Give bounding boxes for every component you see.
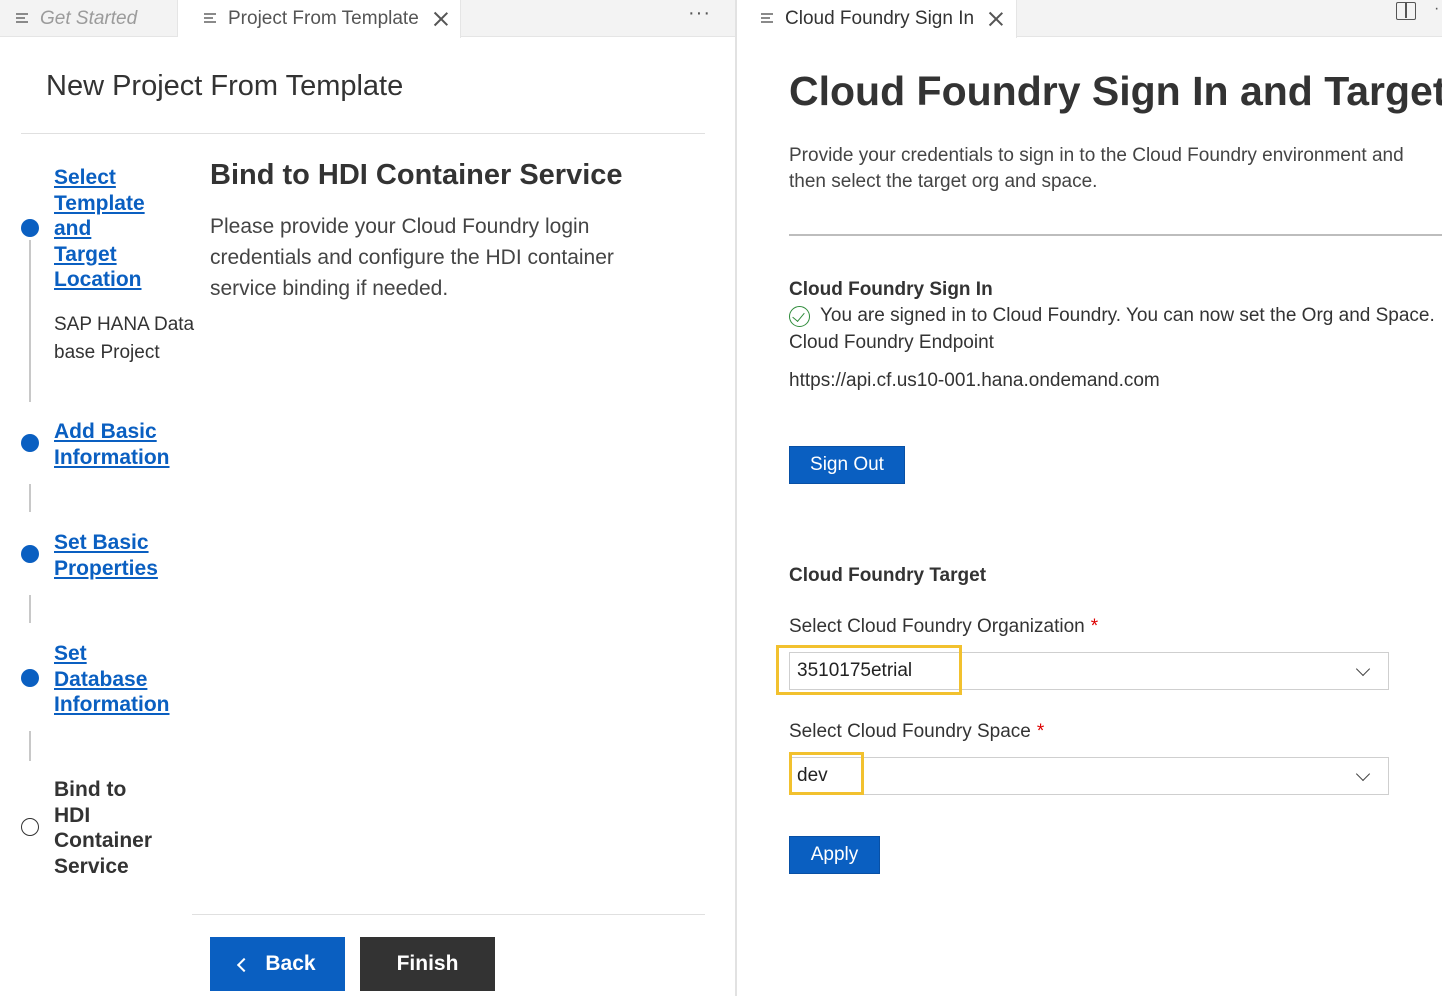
check-circle-icon bbox=[789, 305, 810, 327]
close-icon[interactable] bbox=[988, 11, 1004, 27]
required-marker: * bbox=[1090, 616, 1099, 637]
step-label-line: Container bbox=[54, 829, 153, 852]
step-connector bbox=[29, 731, 31, 761]
file-icon bbox=[761, 13, 775, 25]
step-label-line: Set bbox=[54, 642, 87, 665]
step-label-line: Location bbox=[54, 268, 142, 291]
more-icon[interactable]: · bbox=[1434, 0, 1439, 18]
step-connector bbox=[29, 240, 31, 402]
split-editor-icon[interactable] bbox=[1396, 2, 1416, 20]
tab-label: Project From Template bbox=[228, 8, 419, 29]
step-label-line: HDI bbox=[54, 803, 91, 827]
divider bbox=[789, 234, 1442, 236]
cf-signin-heading: Cloud Foundry Sign In bbox=[789, 279, 993, 300]
endpoint-label: Cloud Foundry Endpoint bbox=[789, 332, 994, 353]
step-summary: SAP HANA Data base Project bbox=[54, 314, 195, 363]
cf-target-heading: Cloud Foundry Target bbox=[789, 565, 987, 586]
section-description: Please provide your Cloud Foundry login … bbox=[210, 215, 614, 300]
apply-label: Apply bbox=[810, 844, 859, 865]
chevron-left-icon bbox=[237, 957, 252, 972]
required-marker: * bbox=[1036, 721, 1045, 742]
back-button-label: Back bbox=[265, 952, 316, 975]
step-link-set-database-information[interactable]: Set Database Information bbox=[54, 641, 170, 718]
sign-out-button[interactable]: Sign Out bbox=[789, 446, 905, 484]
highlight-box bbox=[789, 752, 864, 795]
step-indicator-current bbox=[21, 818, 39, 836]
signin-status: You are signed in to Cloud Foundry. You … bbox=[789, 305, 1435, 327]
editor-tabbar-right: Cloud Foundry Sign In · bbox=[737, 0, 1442, 38]
section-title: Bind to HDI Container Service bbox=[210, 159, 623, 191]
pane-divider[interactable] bbox=[735, 0, 737, 996]
cf-page-title: Cloud Foundry Sign In and Targets bbox=[789, 68, 1442, 114]
divider bbox=[192, 914, 705, 915]
step-indicator-completed bbox=[21, 219, 39, 237]
close-icon[interactable] bbox=[433, 11, 449, 27]
org-label-text: Select Cloud Foundry Organization bbox=[789, 616, 1085, 637]
space-label-text: Select Cloud Foundry Space bbox=[789, 721, 1031, 742]
file-icon bbox=[16, 12, 30, 25]
step-connector bbox=[29, 595, 31, 623]
tab-get-started[interactable]: Get Started bbox=[0, 0, 178, 37]
org-field-label: Select Cloud Foundry Organization * bbox=[789, 616, 1098, 638]
apply-button[interactable]: Apply bbox=[789, 836, 880, 874]
step-link-set-basic-properties[interactable]: Set Basic Properties bbox=[54, 530, 158, 581]
step-indicator-completed bbox=[21, 545, 39, 563]
step-label-line: Template bbox=[54, 191, 145, 215]
divider bbox=[21, 133, 705, 134]
chevron-down-icon bbox=[1355, 661, 1371, 677]
endpoint-value: https://api.cf.us10-001.hana.ondemand.co… bbox=[789, 370, 1160, 391]
step-label-line: and bbox=[54, 217, 92, 240]
tab-label: Get Started bbox=[40, 7, 138, 29]
back-button[interactable]: Back bbox=[210, 937, 345, 991]
step-label-line: Information bbox=[54, 445, 170, 469]
highlight-box bbox=[776, 645, 962, 695]
step-label-line: Service bbox=[54, 854, 129, 878]
editor-tabbar-left: Get Started Project From Template ··· bbox=[0, 0, 736, 38]
file-icon bbox=[204, 13, 218, 25]
tab-cloud-foundry-sign-in[interactable]: Cloud Foundry Sign In bbox=[737, 0, 1017, 38]
tab-label: Cloud Foundry Sign In bbox=[785, 8, 975, 29]
step-label-line: Database bbox=[54, 667, 148, 691]
step-indicator-completed bbox=[21, 669, 39, 687]
tab-project-from-template[interactable]: Project From Template bbox=[178, 0, 461, 38]
finish-button-label: Finish bbox=[396, 952, 459, 975]
step-label-line: Information bbox=[54, 693, 170, 716]
space-select[interactable]: dev bbox=[789, 757, 1389, 795]
step-connector bbox=[29, 484, 31, 512]
step-link-add-basic-information[interactable]: Add Basic Information bbox=[54, 419, 170, 470]
step-label-line: Target bbox=[54, 242, 117, 266]
step-indicator-completed bbox=[21, 434, 39, 452]
signin-status-text: You are signed in to Cloud Foundry. You … bbox=[820, 305, 1435, 326]
finish-button[interactable]: Finish bbox=[360, 937, 495, 991]
space-field-label: Select Cloud Foundry Space * bbox=[789, 721, 1044, 743]
step-label-line: Properties bbox=[54, 556, 158, 580]
step-label-line: Bind to bbox=[54, 778, 127, 801]
page-title: New Project From Template bbox=[46, 70, 404, 102]
more-icon[interactable]: ··· bbox=[688, 2, 711, 25]
step-label-line: Select bbox=[54, 166, 116, 189]
step-current-bind-hdi: Bind to HDI Container Service bbox=[54, 777, 152, 879]
sign-out-label: Sign Out bbox=[810, 454, 884, 475]
step-label-line: Set Basic bbox=[54, 531, 149, 554]
step-label-line: Add Basic bbox=[54, 420, 157, 443]
cf-description: Provide your credentials to sign in to t… bbox=[789, 145, 1404, 192]
chevron-down-icon bbox=[1355, 766, 1371, 782]
step-link-select-template[interactable]: Select Template and Target Location bbox=[54, 165, 145, 293]
